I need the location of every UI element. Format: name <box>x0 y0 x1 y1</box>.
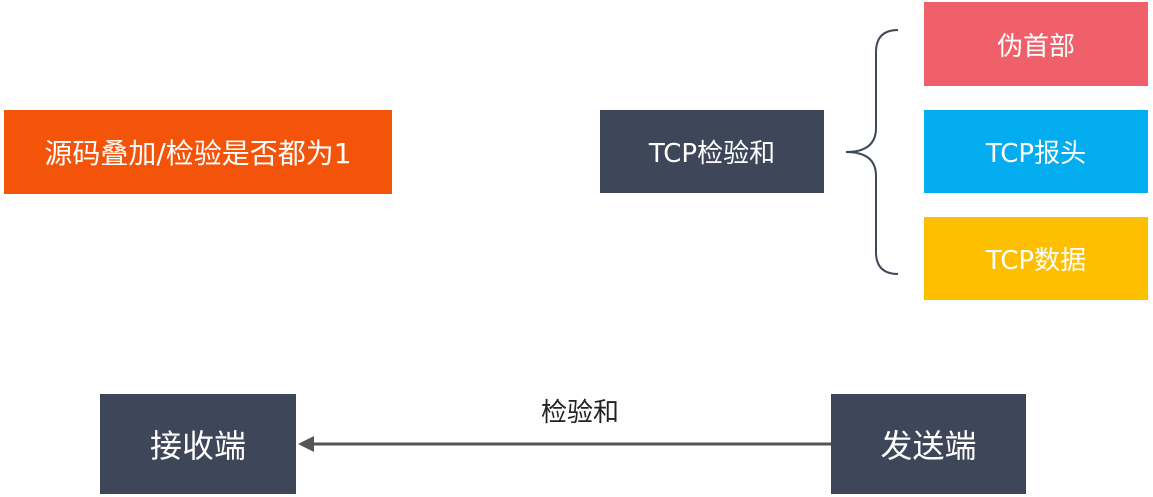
verify-sum-box: 源码叠加/检验是否都为1 <box>4 110 392 194</box>
tcp-checksum-box: TCP检验和 <box>600 110 824 193</box>
tcp-data-box: TCP数据 <box>924 217 1148 300</box>
pseudo-header-box: 伪首部 <box>924 2 1148 86</box>
arrow-label: 检验和 <box>540 398 619 428</box>
receiver-box: 接收端 <box>100 394 296 494</box>
sender-box: 发送端 <box>831 394 1026 494</box>
tcp-header-box: TCP报头 <box>924 110 1148 193</box>
